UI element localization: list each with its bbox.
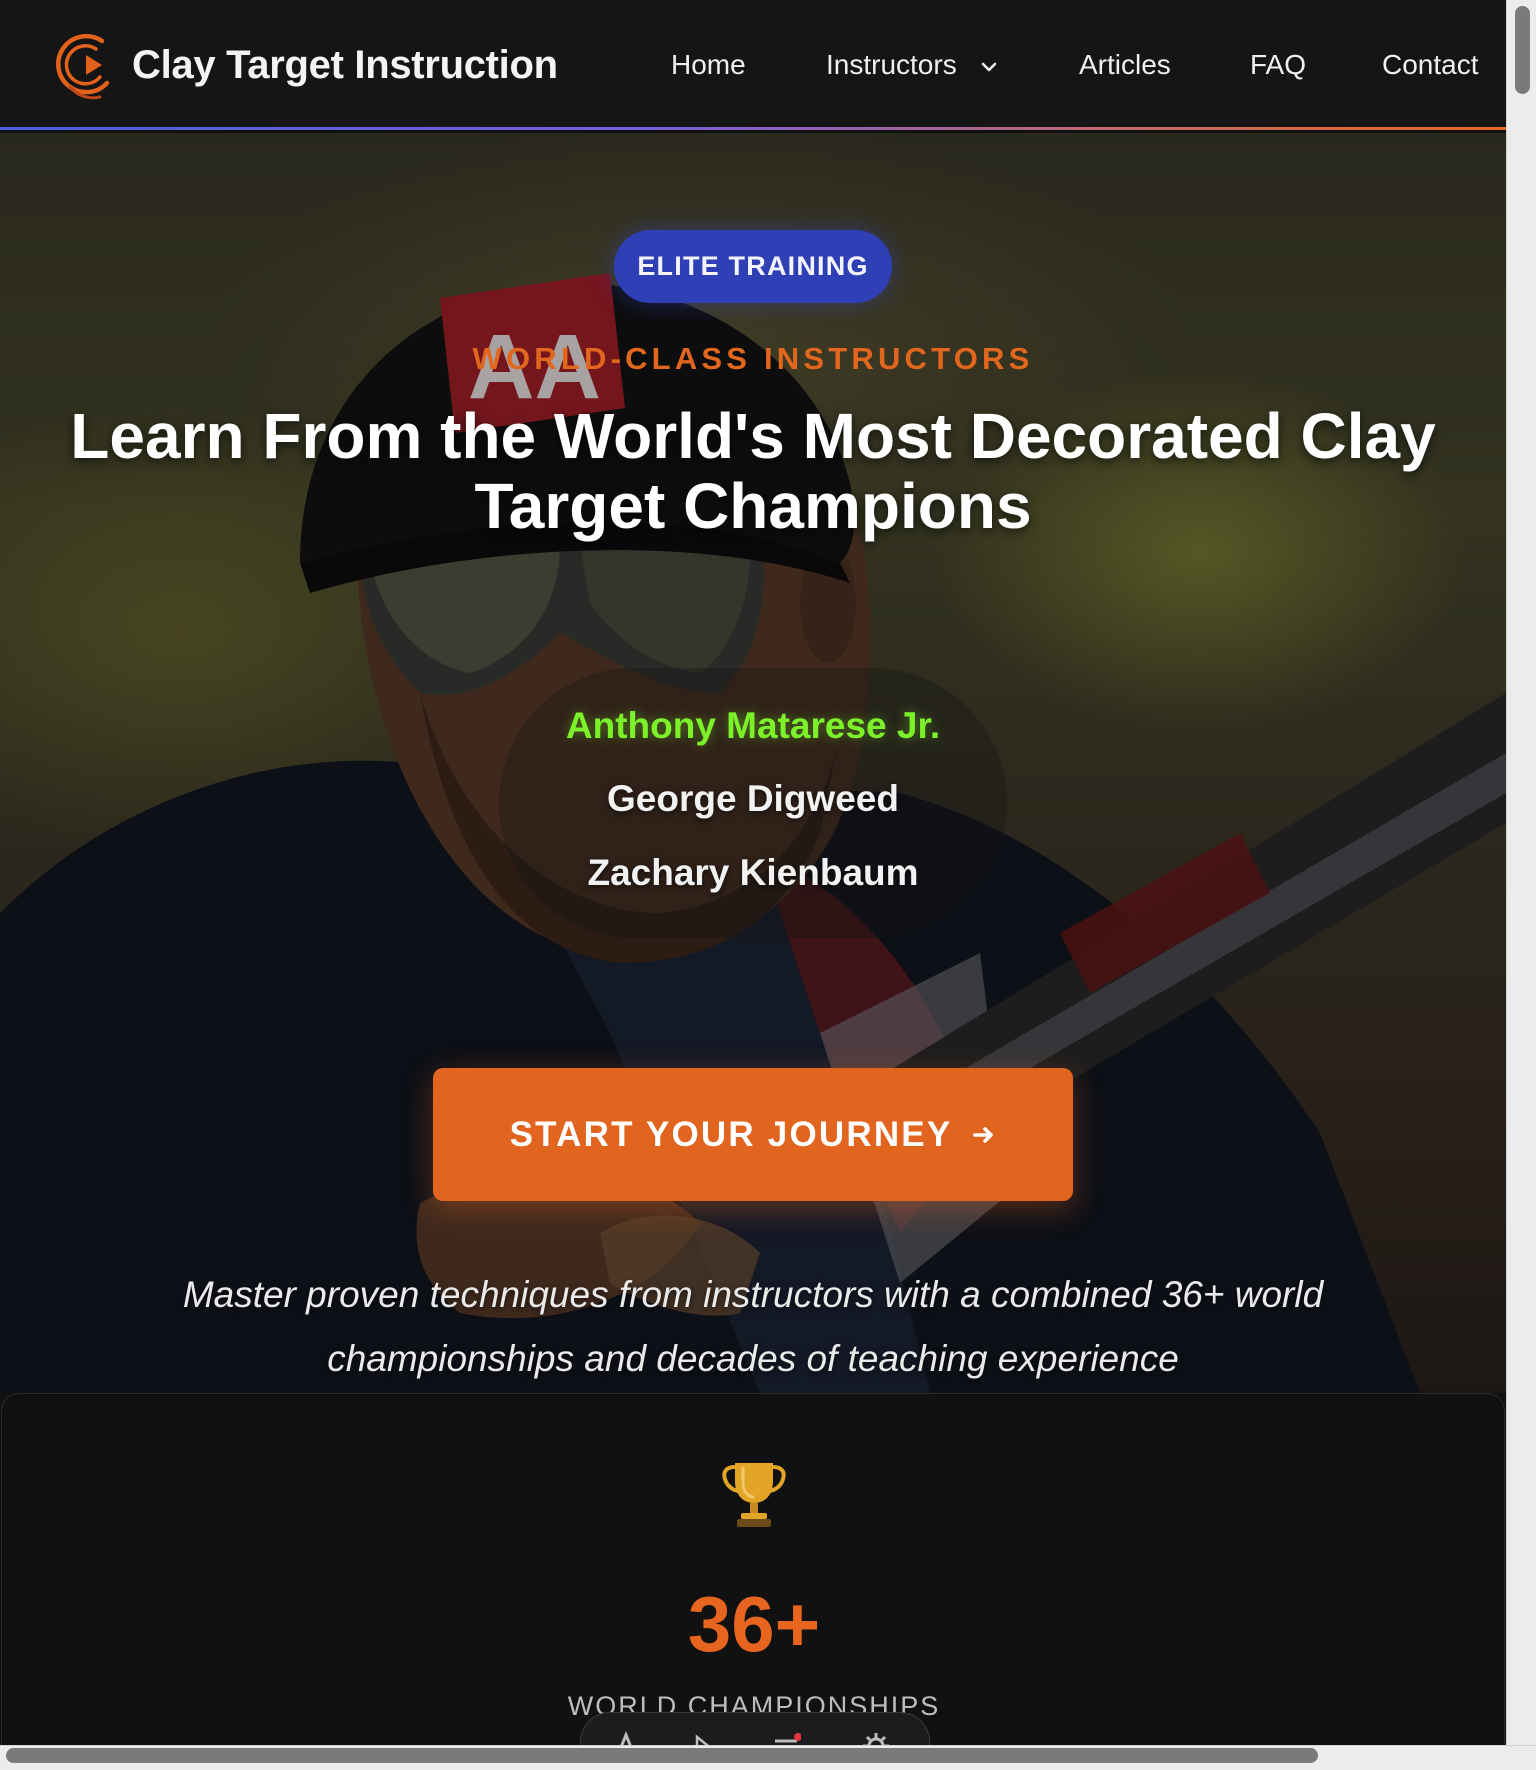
arrow-right-icon <box>973 1126 994 1143</box>
nav-contact[interactable]: Contact <box>1382 49 1479 81</box>
instructor-name-kienbaum: Zachary Kienbaum <box>587 852 919 893</box>
hero-tagline: Master proven techniques from instructor… <box>182 1274 1324 1379</box>
play-circle-logo-icon <box>56 33 110 100</box>
brand-title: Clay Target Instruction <box>132 42 558 87</box>
nav-instructors[interactable]: Instructors <box>826 49 998 81</box>
chevron-down-icon <box>982 62 997 71</box>
hero-eyebrow: WORLD-CLASS INSTRUCTORS <box>472 341 1034 376</box>
brand[interactable]: Clay Target Instruction <box>52 25 558 105</box>
elite-training-badge: ELITE TRAINING <box>614 230 892 303</box>
vertical-scrollbar-thumb[interactable] <box>1515 6 1530 94</box>
nav-home[interactable]: Home <box>671 49 746 81</box>
instructor-name-digweed: George Digweed <box>607 778 899 819</box>
start-journey-label: START YOUR JOURNEY <box>509 1114 953 1154</box>
nav-instructors-label: Instructors <box>826 49 957 80</box>
instructor-rotator: Anthony Matarese Jr. George Digweed Zach… <box>499 668 1007 938</box>
nav-faq[interactable]: FAQ <box>1250 49 1306 81</box>
site-header: Clay Target Instruction Home Instructors… <box>0 0 1506 130</box>
stats-card: 36+ WORLD CHAMPIONSHIPS <box>1 1393 1505 1770</box>
start-journey-button[interactable]: START YOUR JOURNEY <box>433 1068 1073 1201</box>
stat-value-championships: 36+ <box>687 1580 821 1668</box>
trophy-icon <box>722 1463 786 1527</box>
hero-headline: Learn From the World's Most Decorated Cl… <box>70 400 1436 542</box>
nav-articles[interactable]: Articles <box>1079 49 1171 81</box>
vertical-scrollbar-track[interactable] <box>1506 0 1536 1745</box>
instructor-name-matarese: Anthony Matarese Jr. <box>565 705 941 746</box>
horizontal-scrollbar-thumb[interactable] <box>6 1748 1318 1763</box>
hero-section: AA ELITE TRAINING WORLD-CLASS INSTRUCTOR… <box>0 133 1506 1393</box>
